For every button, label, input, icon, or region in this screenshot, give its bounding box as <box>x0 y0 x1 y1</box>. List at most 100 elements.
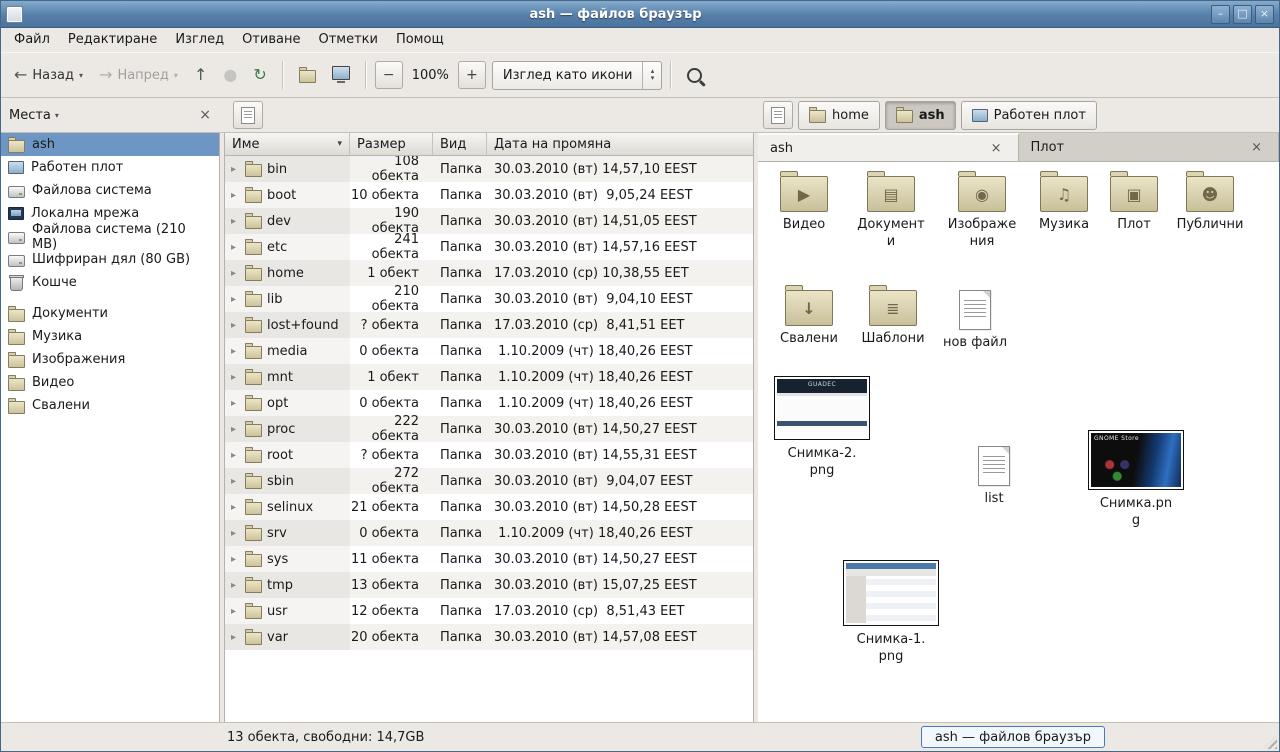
expander-icon[interactable] <box>231 502 240 513</box>
expander-icon[interactable] <box>231 216 240 227</box>
icon-view[interactable]: Видео Документи Изображения <box>758 162 1279 722</box>
stop-button[interactable]: ● <box>216 62 244 88</box>
menu-file[interactable]: Файл <box>5 28 59 52</box>
table-row[interactable]: sbin 272 обекта Папка 30.03.2010 (вт) 9,… <box>225 468 753 494</box>
table-row[interactable]: dev 190 обекта Папка 30.03.2010 (вт) 14,… <box>225 208 753 234</box>
zoom-in-button[interactable]: + <box>458 61 486 89</box>
combo-arrows-icon[interactable]: ▴▾ <box>642 62 661 89</box>
table-row[interactable]: root ? обекта Папка 30.03.2010 (вт) 14,5… <box>225 442 753 468</box>
expander-icon[interactable] <box>231 528 240 539</box>
back-dropdown-icon[interactable]: ▾ <box>79 71 83 80</box>
icon-view-item[interactable]: Видео <box>766 176 842 234</box>
icon-view-item[interactable]: Плот <box>1104 176 1164 234</box>
sidebar-place-item[interactable]: Работен плот <box>1 156 219 179</box>
menu-edit[interactable]: Редактиране <box>59 28 166 52</box>
table-row[interactable]: bin 108 обекта Папка 30.03.2010 (вт) 14,… <box>225 156 753 182</box>
table-row[interactable]: lib 210 обекта Папка 30.03.2010 (вт) 9,0… <box>225 286 753 312</box>
computer-button[interactable] <box>325 61 357 89</box>
column-header-type[interactable]: Вид <box>433 133 487 155</box>
column-header-name[interactable]: Име ▾ <box>225 133 350 155</box>
icon-view-item[interactable]: GNOME Store Снимка.png <box>1080 430 1192 530</box>
tab-plot[interactable]: Плот × <box>1019 133 1280 161</box>
table-row[interactable]: srv 0 обекта Папка 1.10.2009 (чт) 18,40,… <box>225 520 753 546</box>
reload-button[interactable]: ↻ <box>246 62 273 88</box>
taskbar-window-button[interactable]: ash — файлов браузър <box>921 726 1105 748</box>
expander-icon[interactable] <box>231 450 240 461</box>
expander-icon[interactable] <box>231 398 240 409</box>
sidebar-place-item[interactable]: Файлова система (210 MB) <box>1 225 219 248</box>
sidebar-place-item[interactable]: Шифриран дял (80 GB) <box>1 248 219 271</box>
places-close-button[interactable]: × <box>195 105 215 125</box>
expander-icon[interactable] <box>231 424 240 435</box>
pathbar-scroll-button[interactable] <box>763 101 793 129</box>
icon-view-item[interactable]: Документи <box>844 176 938 251</box>
table-row[interactable]: usr 12 обекта Папка 17.03.2010 (ср) 8,51… <box>225 598 753 624</box>
pathbar-desktop-button[interactable]: Работен плот <box>961 101 1097 130</box>
view-mode-select[interactable]: Изглед като икони ▴▾ <box>492 61 663 90</box>
sidebar-place-item[interactable]: Видео <box>1 371 219 394</box>
expander-icon[interactable] <box>231 372 240 383</box>
home-button[interactable] <box>292 62 323 88</box>
menu-bookmarks[interactable]: Отметки <box>309 28 386 52</box>
expander-icon[interactable] <box>231 476 240 487</box>
icon-view-item[interactable]: Шаблони <box>852 290 934 348</box>
expander-icon[interactable] <box>231 554 240 565</box>
minimize-button[interactable]: – <box>1211 5 1230 24</box>
table-row[interactable]: sys 11 обекта Папка 30.03.2010 (вт) 14,5… <box>225 546 753 572</box>
table-row[interactable]: boot 10 обекта Папка 30.03.2010 (вт) 9,0… <box>225 182 753 208</box>
column-header-size[interactable]: Размер <box>350 133 433 155</box>
expander-icon[interactable] <box>231 164 240 175</box>
pane-location-button[interactable] <box>233 101 263 129</box>
table-row[interactable]: var 20 обекта Папка 30.03.2010 (вт) 14,5… <box>225 624 753 650</box>
table-row[interactable]: mnt 1 обект Папка 1.10.2009 (чт) 18,40,2… <box>225 364 753 390</box>
table-row[interactable]: media 0 обекта Папка 1.10.2009 (чт) 18,4… <box>225 338 753 364</box>
search-button[interactable] <box>680 63 709 88</box>
maximize-button[interactable]: □ <box>1233 5 1252 24</box>
sidebar-place-item[interactable]: Файлова система <box>1 179 219 202</box>
icon-view-item[interactable]: Снимка-1.png <box>838 560 944 666</box>
table-row[interactable]: proc 222 обекта Папка 30.03.2010 (вт) 14… <box>225 416 753 442</box>
tab-close-icon[interactable]: × <box>1247 138 1266 157</box>
menu-help[interactable]: Помощ <box>387 28 453 52</box>
menu-view[interactable]: Изглед <box>166 28 233 52</box>
titlebar[interactable]: ash — файлов браузър – □ × <box>1 1 1279 28</box>
up-button[interactable]: ↑ <box>187 62 214 88</box>
expander-icon[interactable] <box>231 632 240 643</box>
expander-icon[interactable] <box>231 268 240 279</box>
sidebar-place-item[interactable]: Музика <box>1 325 219 348</box>
pathbar-ash-button[interactable]: ash <box>885 101 956 130</box>
expander-icon[interactable] <box>231 580 240 591</box>
pathbar-home-button[interactable]: home <box>798 101 880 130</box>
table-row[interactable]: home 1 обект Папка 17.03.2010 (ср) 10,38… <box>225 260 753 286</box>
sidebar-place-item[interactable]: ash <box>1 133 219 156</box>
icon-view-item[interactable]: list <box>964 446 1024 508</box>
sidebar-place-item[interactable]: Кошче <box>1 271 219 294</box>
tab-close-icon[interactable]: × <box>987 139 1006 158</box>
icon-view-item[interactable]: Музика <box>1026 176 1102 234</box>
tab-ash[interactable]: ash × <box>758 133 1019 161</box>
menu-go[interactable]: Отиване <box>233 28 309 52</box>
sidebar-place-item[interactable]: Изображения <box>1 348 219 371</box>
table-row[interactable]: tmp 13 обекта Папка 30.03.2010 (вт) 15,0… <box>225 572 753 598</box>
close-button[interactable]: × <box>1255 5 1274 24</box>
icon-view-item[interactable]: нов файл <box>940 290 1010 352</box>
table-row[interactable]: selinux 21 обекта Папка 30.03.2010 (вт) … <box>225 494 753 520</box>
icon-view-item[interactable]: Изображения <box>942 176 1022 251</box>
expander-icon[interactable] <box>231 346 240 357</box>
zoom-out-button[interactable]: − <box>375 61 403 89</box>
expander-icon[interactable] <box>231 242 240 253</box>
sidebar-place-item[interactable]: Свалени <box>1 394 219 417</box>
expander-icon[interactable] <box>231 294 240 305</box>
back-button[interactable]: ← Назад ▾ <box>7 62 90 88</box>
places-selector[interactable]: Места ▾ <box>9 108 59 123</box>
table-row[interactable]: opt 0 обекта Папка 1.10.2009 (чт) 18,40,… <box>225 390 753 416</box>
column-header-date[interactable]: Дата на промяна <box>487 133 753 155</box>
table-row[interactable]: etc 241 обекта Папка 30.03.2010 (вт) 14,… <box>225 234 753 260</box>
icon-view-item[interactable]: Свалени <box>770 290 848 348</box>
expander-icon[interactable] <box>231 190 240 201</box>
expander-icon[interactable] <box>231 320 240 331</box>
icon-view-item[interactable]: GUADEC Снимка-2.png <box>770 376 874 480</box>
resize-grip[interactable] <box>1263 735 1277 749</box>
sidebar-place-item[interactable]: Документи <box>1 302 219 325</box>
expander-icon[interactable] <box>231 606 240 617</box>
